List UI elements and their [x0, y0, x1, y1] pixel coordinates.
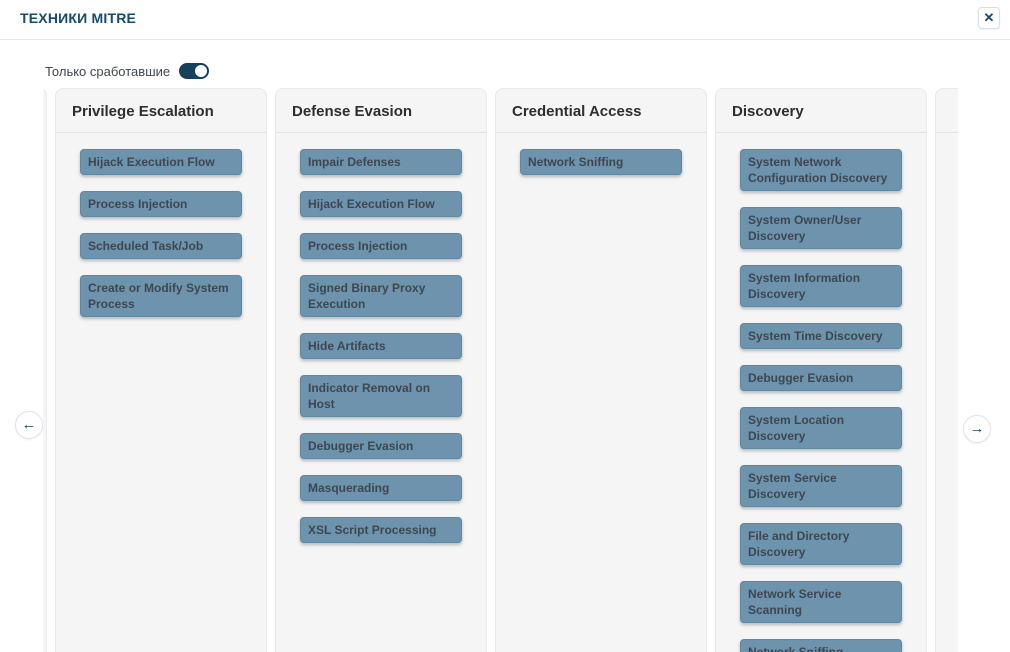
technique-chip[interactable]: Hijack Execution Flow [80, 149, 242, 175]
tactic-column-header [936, 89, 958, 133]
technique-chip[interactable]: System Network Configuration Discovery [740, 149, 902, 191]
technique-chip[interactable]: Indicator Removal on Host [300, 375, 462, 417]
technique-chip[interactable]: Masquerading [300, 475, 462, 501]
filter-toggle[interactable] [179, 63, 209, 79]
tactic-column-header: Discovery [716, 89, 926, 133]
carousel-strip: Privilege Escalation Hijack Execution Flo… [43, 88, 958, 652]
technique-list: Hijack Execution Flow Process Injection Sc… [56, 133, 266, 349]
technique-list [936, 133, 958, 165]
technique-chip[interactable]: System Time Discovery [740, 323, 902, 349]
technique-chip[interactable]: Debugger Evasion [740, 365, 902, 391]
technique-chip[interactable]: Hijack Execution Flow [300, 191, 462, 217]
offscreen-column-edge [43, 88, 47, 652]
toggle-knob-icon [195, 65, 207, 77]
technique-chip[interactable]: Network Sniffing [740, 639, 902, 652]
tactic-column: Privilege Escalation Hijack Execution Flo… [55, 88, 267, 652]
technique-list: System Network Configuration Discovery Sy… [716, 133, 926, 652]
technique-chip[interactable]: Signed Binary Proxy Execution [300, 275, 462, 317]
carousel-next-button[interactable]: → [963, 415, 991, 443]
technique-chip[interactable]: System Owner/User Discovery [740, 207, 902, 249]
filter-toolbar: Только сработавшие [45, 60, 209, 82]
technique-chip[interactable]: System Service Discovery [740, 465, 902, 507]
technique-chip[interactable]: System Location Discovery [740, 407, 902, 449]
close-button[interactable]: ✕ [978, 7, 1000, 29]
technique-chip[interactable]: Create or Modify System Process [80, 275, 242, 317]
tactic-column-title: Credential Access [512, 103, 690, 120]
modal-header: ТЕХНИКИ MITRE ✕ [0, 0, 1010, 40]
carousel-viewport: Privilege Escalation Hijack Execution Flo… [43, 88, 958, 652]
technique-chip[interactable]: Network Service Scanning [740, 581, 902, 623]
technique-chip[interactable]: Impair Defenses [300, 149, 462, 175]
tactic-column-title: Discovery [732, 103, 910, 120]
close-icon: ✕ [984, 10, 995, 25]
tactic-column: Credential Access Network Sniffing [495, 88, 707, 652]
carousel-prev-button[interactable]: ← [15, 411, 43, 439]
technique-chip[interactable]: XSL Script Processing [300, 517, 462, 543]
tactic-column: Discovery System Network Configuration Di… [715, 88, 927, 652]
technique-chip[interactable]: File and Directory Discovery [740, 523, 902, 565]
tactic-column-title: Privilege Escalation [72, 103, 250, 120]
tactic-column: Defense Evasion Impair Defenses Hijack Exe… [275, 88, 487, 652]
tactic-column-title: Defense Evasion [292, 103, 470, 120]
technique-chip[interactable]: Hide Artifacts [300, 333, 462, 359]
arrow-left-icon: ← [22, 416, 37, 433]
technique-chip[interactable]: Network Sniffing [520, 149, 682, 175]
arrow-right-icon: → [970, 420, 985, 437]
technique-list: Network Sniffing [496, 133, 706, 207]
technique-chip[interactable]: Scheduled Task/Job [80, 233, 242, 259]
modal-title: ТЕХНИКИ MITRE [20, 10, 136, 26]
technique-chip[interactable]: Process Injection [80, 191, 242, 217]
tactic-column-header: Credential Access [496, 89, 706, 133]
tactic-column [935, 88, 958, 652]
technique-chip[interactable]: System Information Discovery [740, 265, 902, 307]
technique-chip[interactable]: Process Injection [300, 233, 462, 259]
tactic-column-header: Defense Evasion [276, 89, 486, 133]
technique-list: Impair Defenses Hijack Execution Flow Proc… [276, 133, 486, 575]
mitre-techniques-modal: ТЕХНИКИ MITRE ✕ Только сработавшие Privi… [0, 0, 1010, 652]
tactic-column-title [952, 103, 958, 120]
technique-chip[interactable]: Debugger Evasion [300, 433, 462, 459]
tactic-column-header: Privilege Escalation [56, 89, 266, 133]
filter-toggle-label: Только сработавшие [45, 64, 170, 79]
